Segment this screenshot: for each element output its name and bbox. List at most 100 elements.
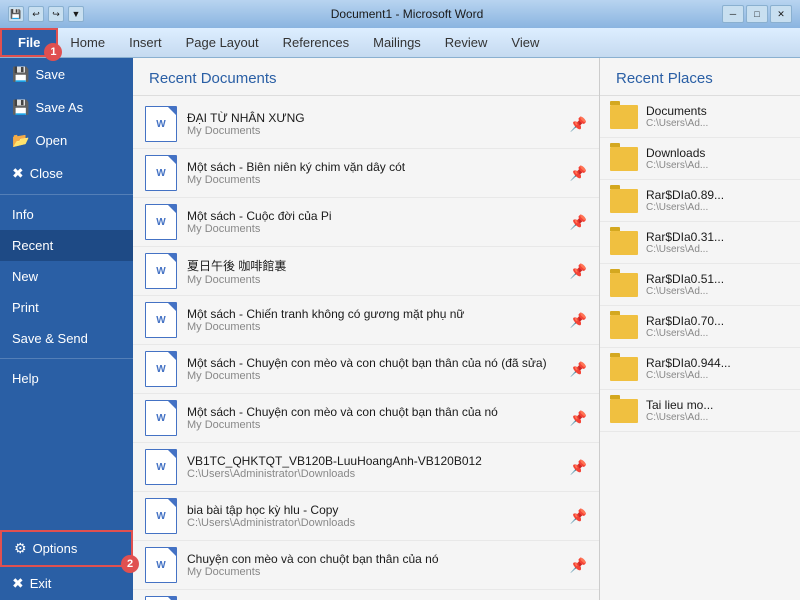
place-list-item[interactable]: Tai lieu mo... C:\Users\Ad...: [600, 390, 800, 432]
place-list-item[interactable]: Rar$DIa0.944... C:\Users\Ad...: [600, 348, 800, 390]
sidebar-item-help[interactable]: Help: [0, 363, 133, 394]
doc-info: bia bài tập học kỳ hlu - Copy C:\Users\A…: [187, 503, 560, 529]
maximize-button[interactable]: □: [746, 5, 768, 23]
recent-places-header: Recent Places: [600, 58, 800, 96]
place-list-item[interactable]: Downloads C:\Users\Ad...: [600, 138, 800, 180]
doc-icon: W: [145, 547, 177, 583]
doc-list[interactable]: W ĐẠI TỪ NHÂN XƯNG My Documents 📌 W Một …: [133, 96, 599, 600]
doc-title: VB1TC_QHKTQT_VB120B-LuuHoangAnh-VB120B01…: [187, 454, 560, 468]
tab-review[interactable]: Review: [433, 28, 500, 57]
quick-save-icon[interactable]: 💾: [8, 6, 24, 22]
doc-path: My Documents: [187, 419, 560, 431]
file-tab[interactable]: File 1: [0, 28, 58, 57]
doc-path: My Documents: [187, 223, 560, 235]
sidebar-item-options[interactable]: ⚙ Options 2: [0, 530, 133, 567]
place-name: Rar$DIa0.944...: [646, 356, 731, 370]
doc-list-item[interactable]: W ĐẠI TỪ NHÂN XƯNG My Documents 📌: [133, 100, 599, 149]
folder-icon: [610, 357, 638, 381]
place-info: Rar$DIa0.89... C:\Users\Ad...: [646, 188, 724, 213]
place-list-item[interactable]: Rar$DIa0.31... C:\Users\Ad...: [600, 222, 800, 264]
folder-icon: [610, 189, 638, 213]
place-list-item[interactable]: Rar$DIa0.51... C:\Users\Ad...: [600, 264, 800, 306]
place-name: Documents: [646, 104, 708, 118]
tab-page-layout[interactable]: Page Layout: [174, 28, 271, 57]
sidebar-item-info[interactable]: Info: [0, 199, 133, 230]
sidebar-item-recent[interactable]: Recent: [0, 230, 133, 261]
doc-title: 夏日午後 咖啡館裏: [187, 257, 560, 274]
place-list-item[interactable]: Rar$DIa0.70... C:\Users\Ad...: [600, 306, 800, 348]
doc-list-item[interactable]: W LLNNPL-VB1HLUK20-LuuHoangAnh-VB120B22 …: [133, 590, 599, 600]
minimize-button[interactable]: ─: [722, 5, 744, 23]
doc-info: Một sách - Biên niên ký chim vặn dây cót…: [187, 160, 560, 186]
close-button[interactable]: ✕: [770, 5, 792, 23]
pin-icon[interactable]: 📌: [570, 508, 587, 525]
doc-title: bia bài tập học kỳ hlu - Copy: [187, 503, 560, 517]
doc-list-item[interactable]: W VB1TC_QHKTQT_VB120B-LuuHoangAnh-VB120B…: [133, 443, 599, 492]
tab-references[interactable]: References: [271, 28, 361, 57]
tab-home[interactable]: Home: [58, 28, 117, 57]
doc-list-item[interactable]: W Một sách - Cuộc đời của Pi My Document…: [133, 198, 599, 247]
doc-icon: W: [145, 302, 177, 338]
main-layout: 💾 Save 💾 Save As 📂 Open ✖ Close Info Rec…: [0, 58, 800, 600]
undo-icon[interactable]: ↩: [28, 6, 44, 22]
doc-info: ĐẠI TỪ NHÂN XƯNG My Documents: [187, 111, 560, 137]
doc-title: ĐẠI TỪ NHÂN XƯNG: [187, 111, 560, 125]
place-name: Rar$DIa0.31...: [646, 230, 724, 244]
doc-path: My Documents: [187, 125, 560, 137]
doc-list-item[interactable]: W Một sách - Chuyện con mèo và con chuột…: [133, 345, 599, 394]
sidebar-item-help-label: Help: [12, 371, 39, 386]
tab-mailings[interactable]: Mailings: [361, 28, 433, 57]
place-info: Rar$DIa0.51... C:\Users\Ad...: [646, 272, 724, 297]
sidebar-item-save-send[interactable]: Save & Send: [0, 323, 133, 354]
pin-icon[interactable]: 📌: [570, 459, 587, 476]
doc-icon: W: [145, 106, 177, 142]
content-area: Recent Documents W ĐẠI TỪ NHÂN XƯNG My D…: [133, 58, 800, 600]
sidebar-item-open-label: Open: [35, 133, 67, 148]
pin-icon[interactable]: 📌: [570, 263, 587, 280]
folder-icon: [610, 315, 638, 339]
doc-list-item[interactable]: W 夏日午後 咖啡館裏 My Documents 📌: [133, 247, 599, 296]
doc-list-item[interactable]: W Một sách - Chuyện con mèo và con chuột…: [133, 394, 599, 443]
place-info: Rar$DIa0.31... C:\Users\Ad...: [646, 230, 724, 255]
file-tab-label: File: [18, 35, 40, 50]
sidebar-item-save[interactable]: 💾 Save: [0, 58, 133, 91]
ribbon: File 1 Home Insert Page Layout Reference…: [0, 28, 800, 58]
pin-icon[interactable]: 📌: [570, 361, 587, 378]
redo-icon[interactable]: ↪: [48, 6, 64, 22]
sidebar-item-new[interactable]: New: [0, 261, 133, 292]
place-list-item[interactable]: Documents C:\Users\Ad...: [600, 96, 800, 138]
doc-title: Chuyện con mèo và con chuột bạn thân của…: [187, 552, 560, 566]
place-name: Tai lieu mo...: [646, 398, 713, 412]
pin-icon[interactable]: 📌: [570, 557, 587, 574]
pin-icon[interactable]: 📌: [570, 410, 587, 427]
place-path: C:\Users\Ad...: [646, 328, 724, 339]
sidebar-item-recent-label: Recent: [12, 238, 53, 253]
doc-list-item[interactable]: W Một sách - Chiến tranh không có gương …: [133, 296, 599, 345]
sidebar-item-open[interactable]: 📂 Open: [0, 124, 133, 157]
doc-list-item[interactable]: W Chuyện con mèo và con chuột bạn thân c…: [133, 541, 599, 590]
sidebar-item-exit[interactable]: ✖ Exit: [0, 567, 133, 600]
sidebar-item-new-label: New: [12, 269, 38, 284]
annotation-badge-2: 2: [121, 555, 139, 573]
tab-view[interactable]: View: [499, 28, 551, 57]
doc-title: Một sách - Chiến tranh không có gương mặ…: [187, 307, 560, 321]
place-name: Rar$DIa0.70...: [646, 314, 724, 328]
place-list-item[interactable]: Rar$DIa0.89... C:\Users\Ad...: [600, 180, 800, 222]
doc-list-item[interactable]: W Một sách - Biên niên ký chim vặn dây c…: [133, 149, 599, 198]
dropdown-icon[interactable]: ▼: [68, 6, 84, 22]
tab-insert[interactable]: Insert: [117, 28, 174, 57]
place-path: C:\Users\Ad...: [646, 118, 708, 129]
sidebar-item-print-label: Print: [12, 300, 39, 315]
sidebar-item-close[interactable]: ✖ Close: [0, 157, 133, 190]
pin-icon[interactable]: 📌: [570, 165, 587, 182]
pin-icon[interactable]: 📌: [570, 116, 587, 133]
place-info: Rar$DIa0.70... C:\Users\Ad...: [646, 314, 724, 339]
sidebar-item-print[interactable]: Print: [0, 292, 133, 323]
sidebar-item-save-send-label: Save & Send: [12, 331, 88, 346]
pin-icon[interactable]: 📌: [570, 312, 587, 329]
pin-icon[interactable]: 📌: [570, 214, 587, 231]
sidebar-item-save-label: Save: [35, 67, 65, 82]
doc-icon: W: [145, 253, 177, 289]
sidebar-item-save-as[interactable]: 💾 Save As: [0, 91, 133, 124]
doc-list-item[interactable]: W bia bài tập học kỳ hlu - Copy C:\Users…: [133, 492, 599, 541]
